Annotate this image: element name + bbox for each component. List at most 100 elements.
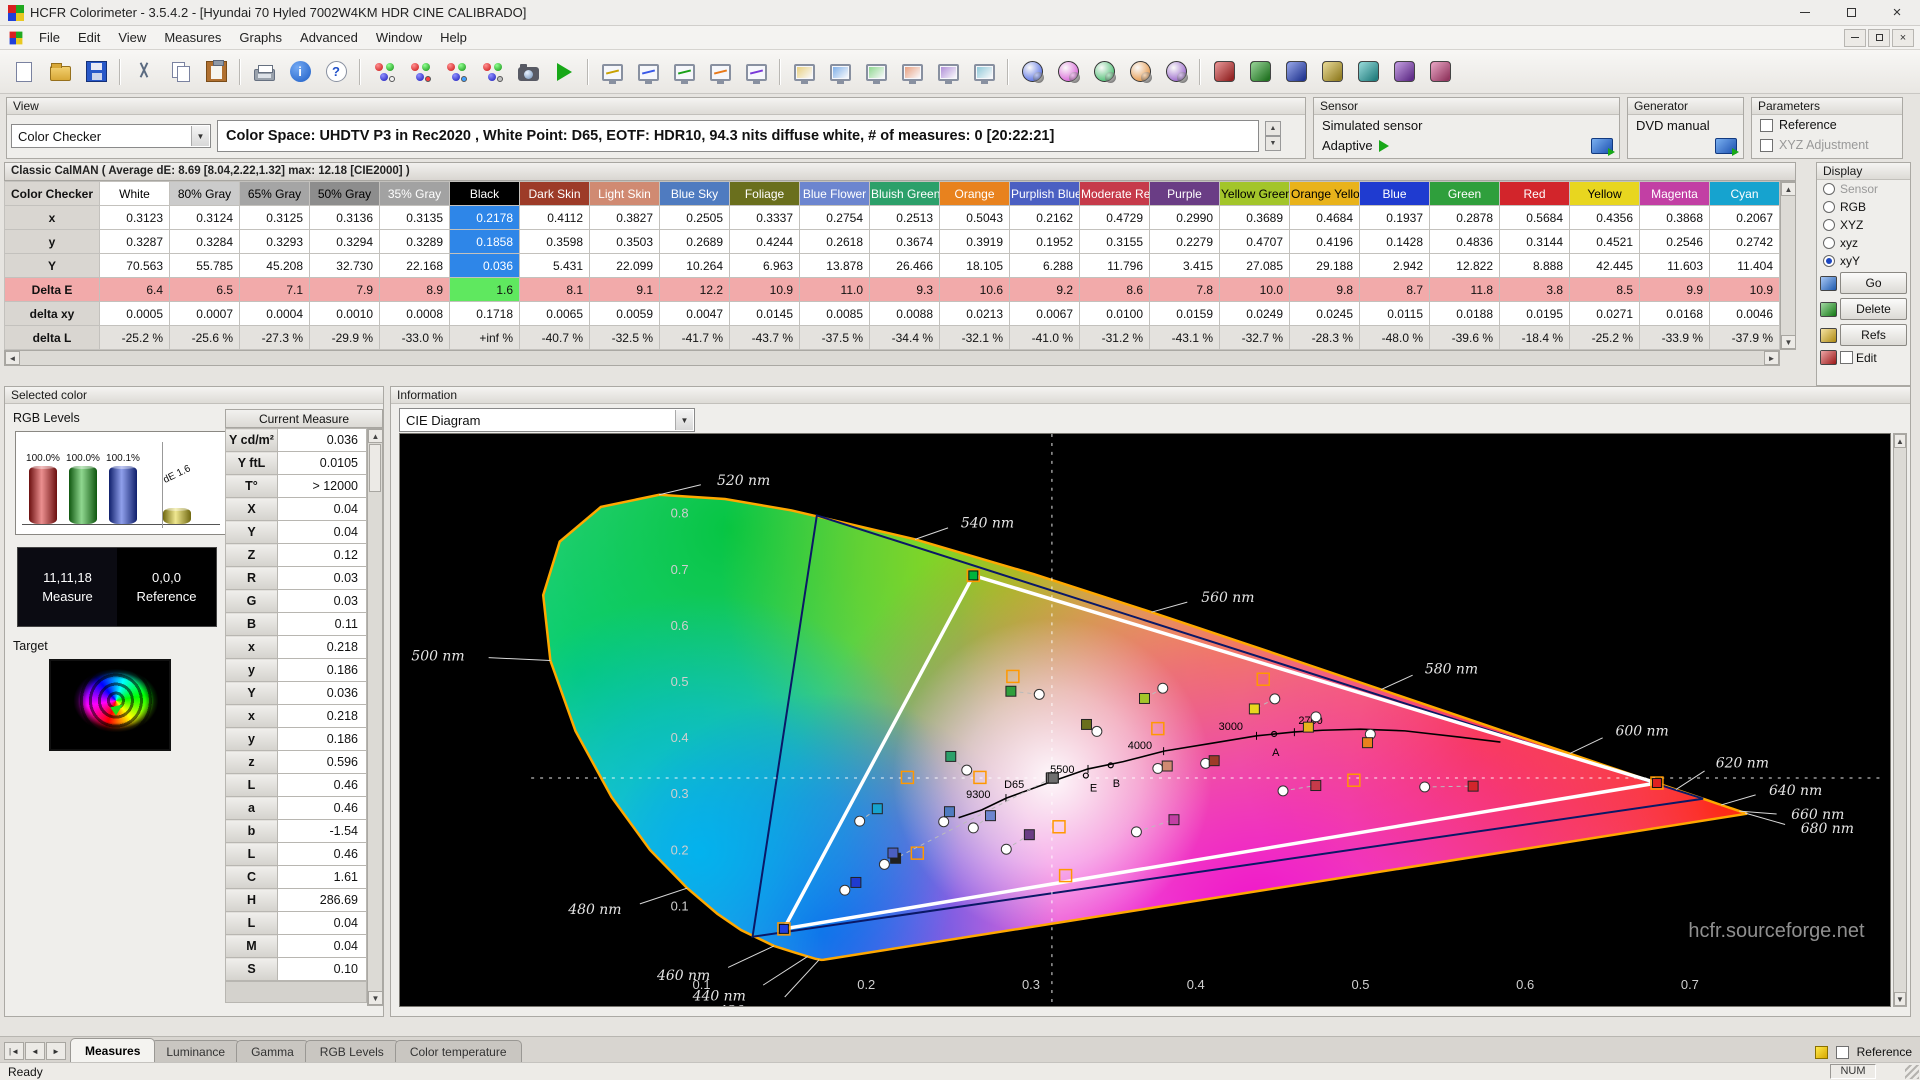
cell-bluesky-dL[interactable]: -41.7 % bbox=[660, 326, 730, 350]
cell-white-dL[interactable]: -25.2 % bbox=[100, 326, 170, 350]
cell-red-y[interactable]: 0.3144 bbox=[1500, 230, 1570, 254]
display-radio-xyy[interactable]: xyY bbox=[1817, 252, 1910, 270]
tab-rgb-levels[interactable]: RGB Levels bbox=[305, 1040, 399, 1062]
cell-blueflower-Y[interactable]: 13.878 bbox=[800, 254, 870, 278]
save-file-button[interactable] bbox=[78, 55, 114, 89]
menu-window[interactable]: Window bbox=[367, 26, 431, 49]
cell-moderatered-dxy[interactable]: 0.0100 bbox=[1080, 302, 1150, 326]
menu-graphs[interactable]: Graphs bbox=[230, 26, 291, 49]
column-header-purplishblue[interactable]: Purplish Blue bbox=[1010, 182, 1080, 206]
cell-blueflower-dE[interactable]: 11.0 bbox=[800, 278, 870, 302]
spinner-up-icon[interactable]: ▲ bbox=[1265, 121, 1281, 136]
cell-gray80-dxy[interactable]: 0.0007 bbox=[170, 302, 240, 326]
sensor-run-icon[interactable] bbox=[1379, 140, 1389, 152]
cell-foliage-dE[interactable]: 10.9 bbox=[730, 278, 800, 302]
cell-white-Y[interactable]: 70.563 bbox=[100, 254, 170, 278]
cell-blueflower-y[interactable]: 0.2618 bbox=[800, 230, 870, 254]
cell-black-y[interactable]: 0.1858 bbox=[450, 230, 520, 254]
cell-yellowgreen-dxy[interactable]: 0.0249 bbox=[1220, 302, 1290, 326]
cell-red-dxy[interactable]: 0.0195 bbox=[1500, 302, 1570, 326]
tab-color-temperature[interactable]: Color temperature bbox=[395, 1040, 522, 1062]
cell-blueflower-dxy[interactable]: 0.0085 bbox=[800, 302, 870, 326]
column-header-cyan[interactable]: Cyan bbox=[1710, 182, 1780, 206]
column-header-darkskin[interactable]: Dark Skin bbox=[520, 182, 590, 206]
cell-moderatered-Y[interactable]: 11.796 bbox=[1080, 254, 1150, 278]
cell-foliage-Y[interactable]: 6.963 bbox=[730, 254, 800, 278]
table-vscrollbar[interactable]: ▲ ▼ bbox=[1780, 181, 1796, 350]
cell-orangeyellow-Y[interactable]: 29.188 bbox=[1290, 254, 1360, 278]
note-icon[interactable] bbox=[1815, 1046, 1828, 1059]
column-header-green[interactable]: Green bbox=[1430, 182, 1500, 206]
cell-green-dE[interactable]: 11.8 bbox=[1430, 278, 1500, 302]
scroll-down-icon[interactable]: ▼ bbox=[368, 991, 383, 1005]
cell-cyan-Y[interactable]: 11.404 bbox=[1710, 254, 1780, 278]
cell-gray80-dL[interactable]: -25.6 % bbox=[170, 326, 240, 350]
cell-green-dxy[interactable]: 0.0188 bbox=[1430, 302, 1500, 326]
view-cie-diagram-button[interactable] bbox=[630, 55, 666, 89]
view-contrast-button[interactable] bbox=[930, 55, 966, 89]
view-neargray-button[interactable] bbox=[786, 55, 822, 89]
cell-darkskin-y[interactable]: 0.3598 bbox=[520, 230, 590, 254]
cell-yellowgreen-Y[interactable]: 27.085 bbox=[1220, 254, 1290, 278]
cell-moderatered-dE[interactable]: 8.6 bbox=[1080, 278, 1150, 302]
preset-pink-button[interactable] bbox=[1422, 55, 1458, 89]
column-header-moderatered[interactable]: Moderate Red bbox=[1080, 182, 1150, 206]
cell-moderatered-x[interactable]: 0.4729 bbox=[1080, 206, 1150, 230]
cell-lightskin-Y[interactable]: 22.099 bbox=[590, 254, 660, 278]
column-header-blueflower[interactable]: Blue Flower bbox=[800, 182, 870, 206]
cell-gray65-Y[interactable]: 45.208 bbox=[240, 254, 310, 278]
tab-first-button[interactable]: |◄ bbox=[4, 1042, 24, 1060]
cell-orangeyellow-dL[interactable]: -28.3 % bbox=[1290, 326, 1360, 350]
column-header-gray35[interactable]: 35% Gray bbox=[380, 182, 450, 206]
help-button[interactable]: ? bbox=[318, 55, 354, 89]
view-rgb-levels-button[interactable] bbox=[702, 55, 738, 89]
cell-purple-dE[interactable]: 7.8 bbox=[1150, 278, 1220, 302]
cell-purplishblue-Y[interactable]: 6.288 bbox=[1010, 254, 1080, 278]
cell-yellow-Y[interactable]: 42.445 bbox=[1570, 254, 1640, 278]
resize-grip[interactable] bbox=[1905, 1065, 1919, 1079]
cell-gray65-x[interactable]: 0.3125 bbox=[240, 206, 310, 230]
measure-secondaries-button[interactable] bbox=[438, 55, 474, 89]
cell-black-x[interactable]: 0.2178 bbox=[450, 206, 520, 230]
scroll-down-icon[interactable]: ▼ bbox=[1781, 335, 1796, 349]
cell-bluishgreen-Y[interactable]: 26.466 bbox=[870, 254, 940, 278]
cell-white-x[interactable]: 0.3123 bbox=[100, 206, 170, 230]
cell-cyan-x[interactable]: 0.2067 bbox=[1710, 206, 1780, 230]
view-saturation-button[interactable] bbox=[894, 55, 930, 89]
cell-gray80-dE[interactable]: 6.5 bbox=[170, 278, 240, 302]
scroll-up-icon[interactable]: ▲ bbox=[1781, 182, 1796, 196]
cell-white-y[interactable]: 0.3287 bbox=[100, 230, 170, 254]
preset-blue-button[interactable] bbox=[1278, 55, 1314, 89]
preset-yellow-button[interactable] bbox=[1314, 55, 1350, 89]
preset-purple-button[interactable] bbox=[1386, 55, 1422, 89]
cell-bluesky-dE[interactable]: 12.2 bbox=[660, 278, 730, 302]
cell-magenta-dE[interactable]: 9.9 bbox=[1640, 278, 1710, 302]
generator-config-icon[interactable] bbox=[1715, 138, 1737, 154]
cell-yellowgreen-dL[interactable]: -32.7 % bbox=[1220, 326, 1290, 350]
cell-bluesky-dxy[interactable]: 0.0047 bbox=[660, 302, 730, 326]
measure-primaries-button[interactable] bbox=[402, 55, 438, 89]
cell-purple-dL[interactable]: -43.1 % bbox=[1150, 326, 1220, 350]
scroll-up-icon[interactable]: ▲ bbox=[368, 429, 383, 443]
run-measures-button[interactable] bbox=[546, 55, 582, 89]
reference-checkbox[interactable] bbox=[1760, 119, 1773, 132]
cell-cyan-y[interactable]: 0.2742 bbox=[1710, 230, 1780, 254]
cell-green-x[interactable]: 0.2878 bbox=[1430, 206, 1500, 230]
scroll-up-icon[interactable]: ▲ bbox=[1894, 434, 1906, 448]
new-file-button[interactable] bbox=[6, 55, 42, 89]
preset-green-button[interactable] bbox=[1242, 55, 1278, 89]
cell-red-x[interactable]: 0.5684 bbox=[1500, 206, 1570, 230]
cell-green-Y[interactable]: 12.822 bbox=[1430, 254, 1500, 278]
cell-orange-dE[interactable]: 10.6 bbox=[940, 278, 1010, 302]
display-radio-rgb[interactable]: RGB bbox=[1817, 198, 1910, 216]
cell-orangeyellow-dE[interactable]: 9.8 bbox=[1290, 278, 1360, 302]
cell-white-dxy[interactable]: 0.0005 bbox=[100, 302, 170, 326]
cell-gray65-dxy[interactable]: 0.0004 bbox=[240, 302, 310, 326]
cell-orangeyellow-dxy[interactable]: 0.0245 bbox=[1290, 302, 1360, 326]
cell-orange-Y[interactable]: 18.105 bbox=[940, 254, 1010, 278]
column-header-gray50[interactable]: 50% Gray bbox=[310, 182, 380, 206]
scroll-down-icon[interactable]: ▼ bbox=[1894, 992, 1906, 1006]
column-header-magenta[interactable]: Magenta bbox=[1640, 182, 1710, 206]
cell-gray50-dL[interactable]: -29.9 % bbox=[310, 326, 380, 350]
cell-purple-x[interactable]: 0.2990 bbox=[1150, 206, 1220, 230]
